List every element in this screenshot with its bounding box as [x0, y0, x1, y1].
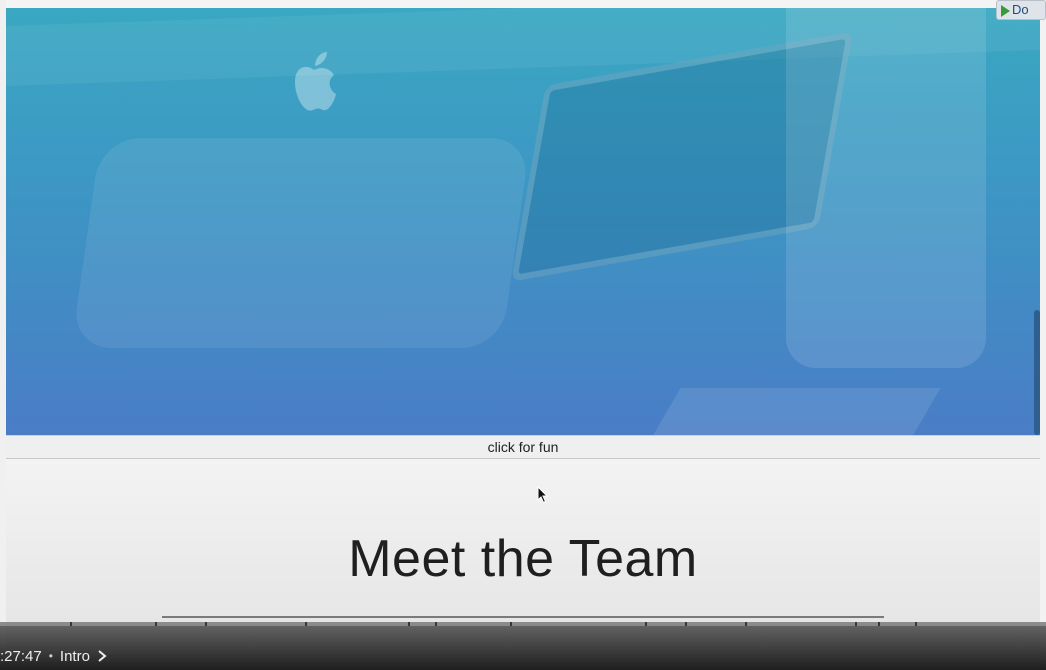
chapter-title-label: Intro: [59, 647, 90, 665]
hero-monitor-stand: [71, 138, 531, 348]
click-for-fun-label: click for fun: [487, 439, 559, 455]
hero-image: [6, 8, 1040, 435]
video-player-controls: :27:47 • Intro: [0, 622, 1046, 670]
chapter-marker: [915, 622, 917, 626]
video-current-time: :27:47: [0, 647, 42, 665]
chapter-marker: [408, 622, 410, 626]
video-progress-bar[interactable]: [0, 622, 1046, 626]
team-section: Meet the Team: [6, 459, 1040, 624]
right-edge: [1040, 0, 1046, 670]
hero-cup: [786, 8, 986, 368]
time-separator: •: [48, 649, 53, 663]
chapter-marker: [435, 622, 437, 626]
team-section-title: Meet the Team: [348, 530, 698, 588]
apple-logo-icon: [295, 52, 336, 111]
team-title-underline: [162, 616, 884, 618]
mouse-cursor-icon: [537, 486, 549, 504]
chapter-marker: [685, 622, 687, 626]
play-icon: [1001, 4, 1010, 17]
chapter-marker: [645, 622, 647, 626]
hero-keyboard: [651, 388, 941, 435]
chapter-marker: [155, 622, 157, 626]
chapter-marker: [510, 622, 512, 626]
chevron-right-icon: [98, 650, 107, 662]
click-for-fun-button[interactable]: click for fun: [6, 435, 1040, 459]
video-time-row: :27:47 • Intro: [0, 646, 108, 666]
chapter-marker: [305, 622, 307, 626]
chapter-marker: [205, 622, 207, 626]
top-edge: [0, 0, 1046, 8]
corner-badge-button[interactable]: Do: [996, 0, 1046, 20]
chapter-marker: [745, 622, 747, 626]
chapter-marker: [855, 622, 857, 626]
corner-badge-label: Do: [1012, 2, 1029, 17]
chapter-marker: [70, 622, 72, 626]
screen: Do click for fun Meet the Team :27:47 • …: [0, 0, 1046, 670]
chapter-title-button[interactable]: Intro: [60, 648, 108, 665]
chapter-marker: [878, 622, 880, 626]
